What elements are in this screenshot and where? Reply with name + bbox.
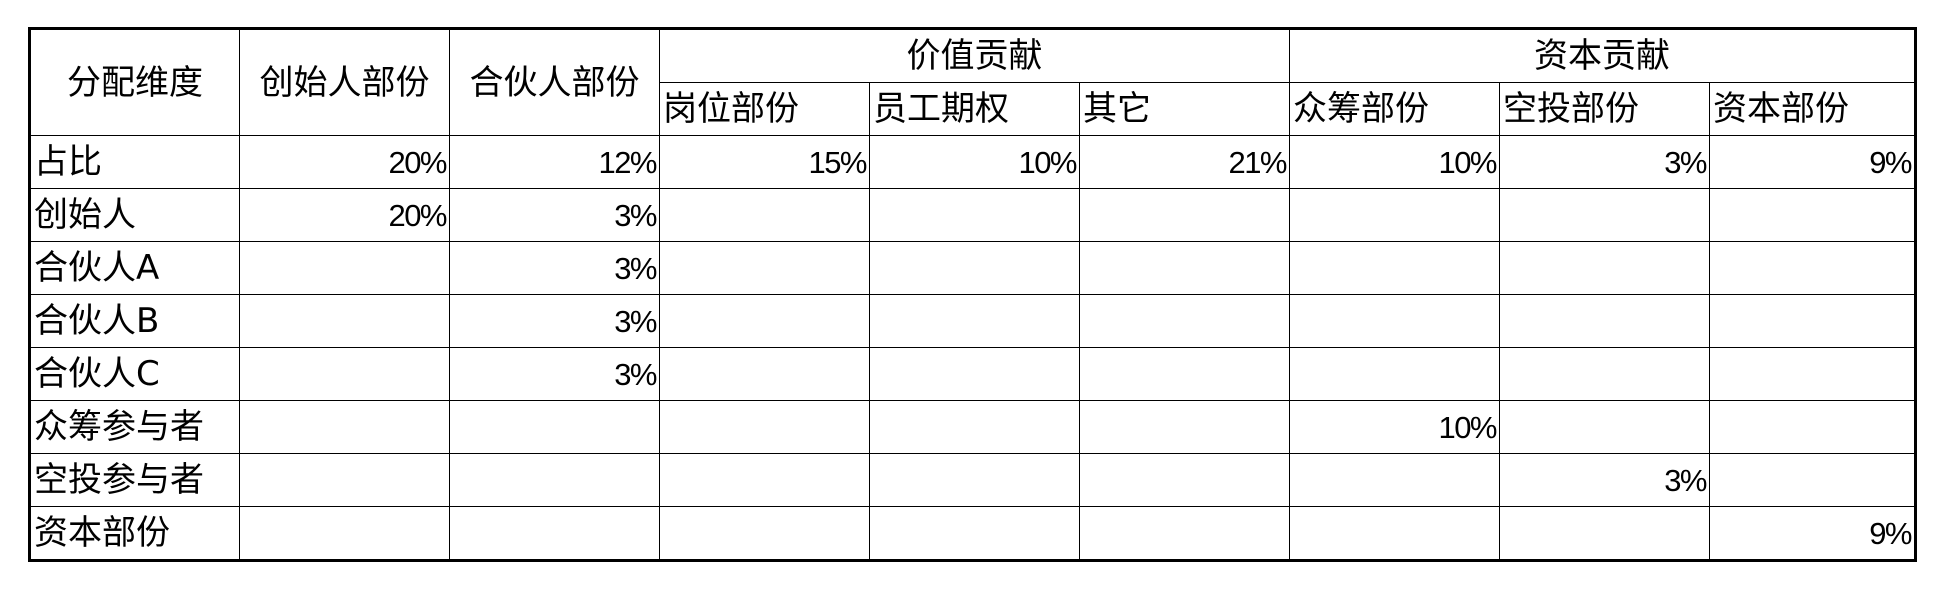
row-label[interactable]: 资本部份 bbox=[29, 506, 240, 561]
table-row: 合伙人B 3% bbox=[29, 294, 1916, 348]
table-cell[interactable] bbox=[239, 400, 450, 454]
table-cell[interactable] bbox=[1079, 188, 1290, 242]
header-row-1: 分配维度 创始人部份 合伙人部份 价值贡献 资本贡献 bbox=[29, 28, 1916, 136]
table-cell[interactable] bbox=[1289, 347, 1500, 401]
header-partner-part[interactable]: 合伙人部份 bbox=[449, 28, 660, 136]
row-label[interactable]: 众筹参与者 bbox=[29, 400, 240, 454]
table-cell[interactable] bbox=[239, 294, 450, 348]
table-cell[interactable] bbox=[1499, 506, 1710, 561]
table-cell[interactable] bbox=[1289, 453, 1500, 507]
table-cell[interactable]: 20% bbox=[239, 188, 450, 242]
table-cell[interactable] bbox=[659, 400, 870, 454]
table-cell[interactable] bbox=[1079, 347, 1290, 401]
subheader-employee-options[interactable]: 员工期权 bbox=[869, 82, 1080, 136]
row-label[interactable]: 合伙人A bbox=[29, 241, 240, 295]
table-cell[interactable] bbox=[1289, 294, 1500, 348]
table-cell[interactable]: 3% bbox=[449, 294, 660, 348]
table-cell[interactable] bbox=[869, 453, 1080, 507]
table-cell[interactable]: 3% bbox=[449, 188, 660, 242]
header-capital-contribution[interactable]: 资本贡献 bbox=[1289, 28, 1916, 83]
table-cell[interactable]: 9% bbox=[1709, 506, 1916, 561]
subheader-airdrop[interactable]: 空投部份 bbox=[1499, 82, 1710, 136]
table-cell[interactable] bbox=[659, 506, 870, 561]
header-founder-part[interactable]: 创始人部份 bbox=[239, 28, 450, 136]
table-cell[interactable] bbox=[1079, 241, 1290, 295]
table-cell[interactable] bbox=[1709, 347, 1916, 401]
table-cell[interactable]: 10% bbox=[869, 135, 1080, 189]
row-label[interactable]: 空投参与者 bbox=[29, 453, 240, 507]
table-cell[interactable]: 15% bbox=[659, 135, 870, 189]
table-cell[interactable] bbox=[1289, 506, 1500, 561]
subheader-position[interactable]: 岗位部份 bbox=[659, 82, 870, 136]
row-label[interactable]: 合伙人C bbox=[29, 347, 240, 401]
table-cell[interactable]: 20% bbox=[239, 135, 450, 189]
table-row: 创始人 20% 3% bbox=[29, 188, 1916, 242]
subheader-crowdfunding[interactable]: 众筹部份 bbox=[1289, 82, 1500, 136]
table-cell[interactable]: 3% bbox=[449, 347, 660, 401]
table-cell[interactable] bbox=[659, 347, 870, 401]
distribution-table: 分配维度 创始人部份 合伙人部份 价值贡献 资本贡献 岗位部份 员工期权 其它 … bbox=[28, 27, 1917, 562]
table-cell[interactable] bbox=[659, 294, 870, 348]
row-label[interactable]: 合伙人B bbox=[29, 294, 240, 348]
table-cell[interactable] bbox=[1499, 400, 1710, 454]
table-cell[interactable] bbox=[1079, 400, 1290, 454]
table-cell[interactable] bbox=[1709, 294, 1916, 348]
table-cell[interactable] bbox=[239, 506, 450, 561]
table-cell[interactable] bbox=[659, 241, 870, 295]
subheader-capital[interactable]: 资本部份 bbox=[1709, 82, 1916, 136]
table-row: 资本部份 9% bbox=[29, 506, 1916, 561]
table-cell[interactable] bbox=[1289, 241, 1500, 295]
table-cell[interactable] bbox=[449, 506, 660, 561]
table-row: 众筹参与者 10% bbox=[29, 400, 1916, 454]
table-cell[interactable] bbox=[1079, 294, 1290, 348]
table-cell[interactable] bbox=[1079, 453, 1290, 507]
table-cell[interactable] bbox=[869, 400, 1080, 454]
table-cell[interactable] bbox=[449, 400, 660, 454]
table-cell[interactable] bbox=[1499, 347, 1710, 401]
table-cell[interactable] bbox=[869, 347, 1080, 401]
table-cell[interactable] bbox=[1499, 294, 1710, 348]
table-cell[interactable] bbox=[239, 241, 450, 295]
table-cell[interactable] bbox=[869, 241, 1080, 295]
table-cell[interactable]: 12% bbox=[449, 135, 660, 189]
table-row: 合伙人C 3% bbox=[29, 347, 1916, 401]
table-cell[interactable]: 3% bbox=[449, 241, 660, 295]
table-cell[interactable] bbox=[1079, 506, 1290, 561]
table-row: 合伙人A 3% bbox=[29, 241, 1916, 295]
table-cell[interactable] bbox=[1499, 241, 1710, 295]
table-cell[interactable]: 10% bbox=[1289, 135, 1500, 189]
header-dimension[interactable]: 分配维度 bbox=[29, 28, 240, 136]
table-row: 占比 20% 12% 15% 10% 21% 10% 3% 9% bbox=[29, 135, 1916, 189]
table-row: 空投参与者 3% bbox=[29, 453, 1916, 507]
table-cell[interactable] bbox=[1499, 188, 1710, 242]
table-cell[interactable]: 10% bbox=[1289, 400, 1500, 454]
table-cell[interactable] bbox=[1709, 188, 1916, 242]
table-cell[interactable] bbox=[1709, 241, 1916, 295]
table-cell[interactable]: 9% bbox=[1709, 135, 1916, 189]
table-cell[interactable] bbox=[869, 294, 1080, 348]
subheader-other[interactable]: 其它 bbox=[1079, 82, 1290, 136]
table-cell[interactable] bbox=[869, 506, 1080, 561]
table-cell[interactable] bbox=[1709, 400, 1916, 454]
table-cell[interactable] bbox=[869, 188, 1080, 242]
table-cell[interactable] bbox=[659, 188, 870, 242]
table-cell[interactable] bbox=[659, 453, 870, 507]
table-cell[interactable]: 3% bbox=[1499, 453, 1710, 507]
table-cell[interactable]: 21% bbox=[1079, 135, 1290, 189]
table-cell[interactable] bbox=[239, 347, 450, 401]
table-cell[interactable] bbox=[1709, 453, 1916, 507]
table-body: 占比 20% 12% 15% 10% 21% 10% 3% 9% 创始人 20% 3% 合伙人A 3% 合伙… bbox=[29, 135, 1916, 561]
table-cell[interactable] bbox=[449, 453, 660, 507]
table-cell[interactable]: 3% bbox=[1499, 135, 1710, 189]
row-label[interactable]: 创始人 bbox=[29, 188, 240, 242]
table-cell[interactable] bbox=[1289, 188, 1500, 242]
table-cell[interactable] bbox=[239, 453, 450, 507]
header-value-contribution[interactable]: 价值贡献 bbox=[659, 28, 1290, 83]
row-label[interactable]: 占比 bbox=[29, 135, 240, 189]
